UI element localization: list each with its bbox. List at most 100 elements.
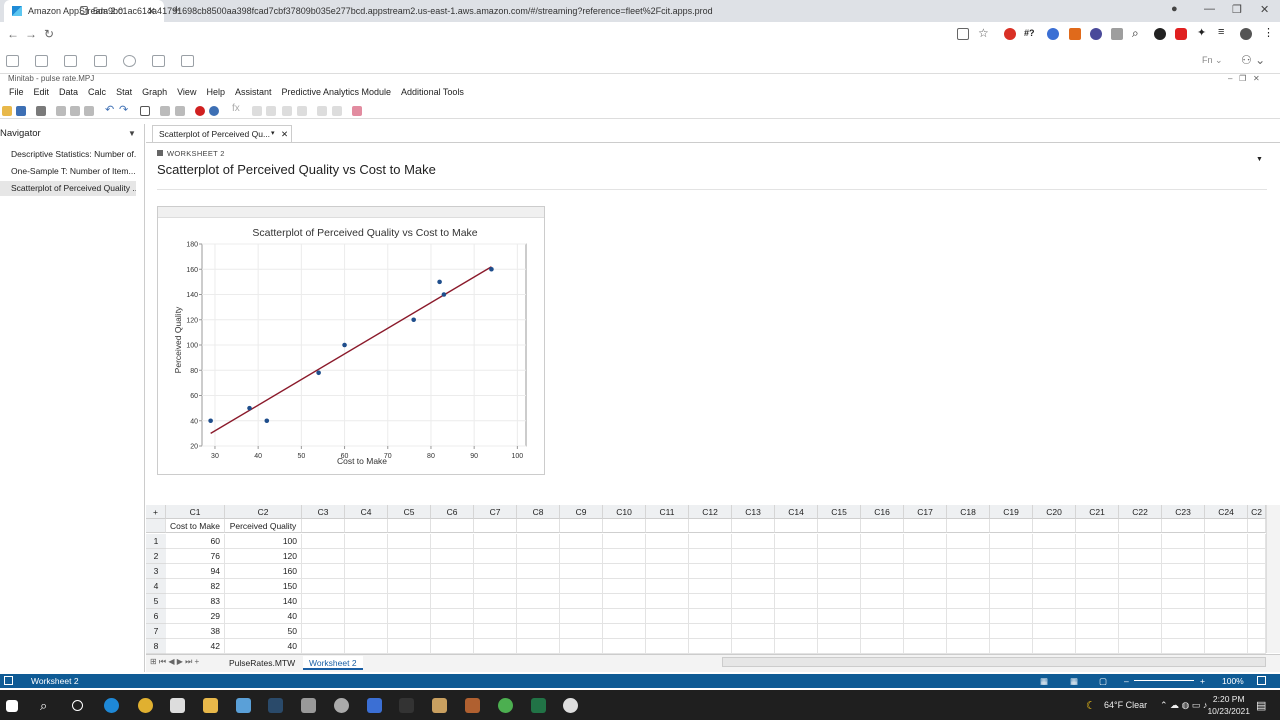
table-cell[interactable]: 38 xyxy=(166,624,225,639)
table-cell[interactable] xyxy=(689,639,732,654)
table-cell[interactable] xyxy=(431,534,474,549)
tool-c-icon[interactable] xyxy=(282,106,292,116)
youtube-ext-icon[interactable] xyxy=(1175,28,1187,40)
table-cell[interactable]: 50 xyxy=(225,624,302,639)
column-name-cell[interactable] xyxy=(861,519,904,533)
table-cell[interactable] xyxy=(1076,534,1119,549)
table-cell[interactable] xyxy=(947,564,990,579)
table-cell[interactable] xyxy=(431,579,474,594)
table-cell[interactable] xyxy=(1205,549,1248,564)
table-cell[interactable] xyxy=(818,564,861,579)
table-cell[interactable] xyxy=(1076,594,1119,609)
windows-start-icon[interactable] xyxy=(6,700,18,712)
profile-dot-icon[interactable]: ● xyxy=(1171,3,1178,15)
column-header[interactable]: C7 xyxy=(474,505,517,519)
column-name-cell[interactable] xyxy=(689,519,732,533)
table-cell[interactable] xyxy=(517,549,560,564)
table-cell[interactable] xyxy=(1076,549,1119,564)
table-cell[interactable] xyxy=(517,564,560,579)
column-header[interactable]: C15 xyxy=(818,505,861,519)
table-cell[interactable] xyxy=(1033,549,1076,564)
column-header[interactable]: C1 xyxy=(166,505,225,519)
table-cell[interactable] xyxy=(603,624,646,639)
column-header[interactable]: C2 xyxy=(1248,505,1266,519)
user-icon[interactable]: ⚇ ⌄ xyxy=(1241,53,1265,67)
column-name-cell[interactable] xyxy=(904,519,947,533)
explorer-icon[interactable] xyxy=(203,698,218,713)
table-cell[interactable] xyxy=(689,534,732,549)
table-cell[interactable] xyxy=(302,609,345,624)
table-cell[interactable] xyxy=(1205,534,1248,549)
table-cell[interactable] xyxy=(1033,639,1076,654)
table-cell[interactable] xyxy=(603,564,646,579)
table-cell[interactable] xyxy=(861,564,904,579)
app-orange-icon[interactable] xyxy=(465,698,480,713)
table-cell[interactable] xyxy=(302,564,345,579)
table-cell[interactable] xyxy=(904,564,947,579)
table-cell[interactable] xyxy=(818,624,861,639)
menu-data[interactable]: Data xyxy=(54,87,83,101)
table-cell[interactable] xyxy=(990,609,1033,624)
print-icon[interactable] xyxy=(36,106,46,116)
column-name-cell[interactable] xyxy=(646,519,689,533)
table-cell[interactable] xyxy=(646,534,689,549)
menu-file[interactable]: File xyxy=(4,87,29,101)
table-cell[interactable]: 160 xyxy=(225,564,302,579)
column-header[interactable]: C12 xyxy=(689,505,732,519)
chevron-down-icon[interactable]: ▼ xyxy=(128,129,136,138)
table-cell[interactable] xyxy=(345,579,388,594)
table-cell[interactable] xyxy=(1248,564,1266,579)
table-cell[interactable] xyxy=(431,564,474,579)
table-cell[interactable] xyxy=(1119,609,1162,624)
table-cell[interactable]: 82 xyxy=(166,579,225,594)
column-header[interactable]: C11 xyxy=(646,505,689,519)
table-cell[interactable] xyxy=(1076,624,1119,639)
table-cell[interactable] xyxy=(560,534,603,549)
column-name-cell[interactable] xyxy=(603,519,646,533)
row-number[interactable]: 4 xyxy=(146,579,166,594)
column-name-cell[interactable] xyxy=(990,519,1033,533)
table-cell[interactable] xyxy=(388,579,431,594)
table-cell[interactable] xyxy=(1076,639,1119,654)
table-cell[interactable] xyxy=(603,609,646,624)
cut-icon[interactable] xyxy=(56,106,66,116)
table-cell[interactable] xyxy=(646,639,689,654)
table-cell[interactable] xyxy=(1119,624,1162,639)
table-cell[interactable] xyxy=(947,594,990,609)
table-cell[interactable] xyxy=(1248,549,1266,564)
table-cell[interactable] xyxy=(861,594,904,609)
excel-icon[interactable] xyxy=(531,698,546,713)
table-cell[interactable] xyxy=(732,534,775,549)
extension-k-icon[interactable] xyxy=(1090,28,1102,40)
row-number[interactable]: 3 xyxy=(146,564,166,579)
table-cell[interactable] xyxy=(818,534,861,549)
notification-icon[interactable]: ▤ xyxy=(1256,699,1266,712)
table-cell[interactable] xyxy=(1076,609,1119,624)
open-icon[interactable] xyxy=(2,106,12,116)
app-grey-icon[interactable] xyxy=(301,698,316,713)
table-cell[interactable] xyxy=(388,624,431,639)
reload-icon[interactable]: ↻ xyxy=(40,27,58,41)
table-cell[interactable] xyxy=(1205,609,1248,624)
table-cell[interactable]: 40 xyxy=(225,639,302,654)
row-number[interactable]: 1 xyxy=(146,534,166,549)
column-name-cell[interactable] xyxy=(302,519,345,533)
more-menu-icon[interactable]: ⋮ xyxy=(1263,26,1274,39)
extension-grey-icon[interactable] xyxy=(1111,28,1123,40)
column-header[interactable]: C6 xyxy=(431,505,474,519)
table-cell[interactable] xyxy=(775,639,818,654)
avatar[interactable] xyxy=(1240,28,1252,40)
tool-d-icon[interactable] xyxy=(297,106,307,116)
table-cell[interactable]: 42 xyxy=(166,639,225,654)
table-cell[interactable] xyxy=(861,639,904,654)
sheet-tab-pulserates[interactable]: PulseRates.MTW xyxy=(223,656,301,670)
table-cell[interactable] xyxy=(732,549,775,564)
table-cell[interactable] xyxy=(1076,564,1119,579)
table-cell[interactable] xyxy=(689,564,732,579)
settings-gear-icon[interactable] xyxy=(123,55,136,67)
menu-assistant[interactable]: Assistant xyxy=(230,87,277,101)
help-icon[interactable] xyxy=(209,106,219,116)
column-name-cell[interactable] xyxy=(345,519,388,533)
table-cell[interactable] xyxy=(646,549,689,564)
fullscreen-icon[interactable] xyxy=(152,55,165,67)
